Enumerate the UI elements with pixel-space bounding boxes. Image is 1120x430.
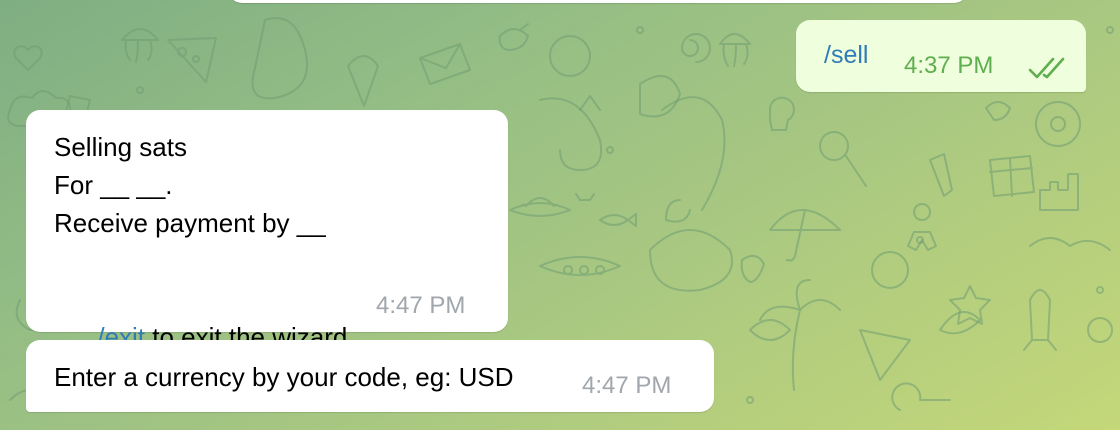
chat-background: /sell 4:37 PM Selling sats For __ __. Re…	[0, 0, 1120, 430]
previous-message-bubble-edge	[228, 0, 968, 3]
wizard-line-selling: Selling sats	[54, 132, 187, 162]
wizard-line-for: For __ __.	[54, 170, 173, 200]
message-timestamp: 4:47 PM	[582, 372, 672, 399]
double-check-icon	[1028, 56, 1070, 80]
sell-command-link[interactable]: /sell	[824, 36, 868, 74]
currency-prompt-bubble[interactable]: Enter a currency by your code, eg: USD 4…	[26, 340, 714, 412]
outgoing-message-bubble[interactable]: /sell 4:37 PM	[796, 20, 1086, 92]
message-timestamp: 4:37 PM	[904, 52, 994, 79]
wizard-line-receive: Receive payment by __	[54, 208, 326, 238]
message-timestamp: 4:47 PM	[376, 292, 466, 319]
currency-prompt-text: Enter a currency by your code, eg: USD	[54, 362, 514, 392]
wizard-message-bubble[interactable]: Selling sats For __ __. Receive payment …	[26, 110, 508, 352]
